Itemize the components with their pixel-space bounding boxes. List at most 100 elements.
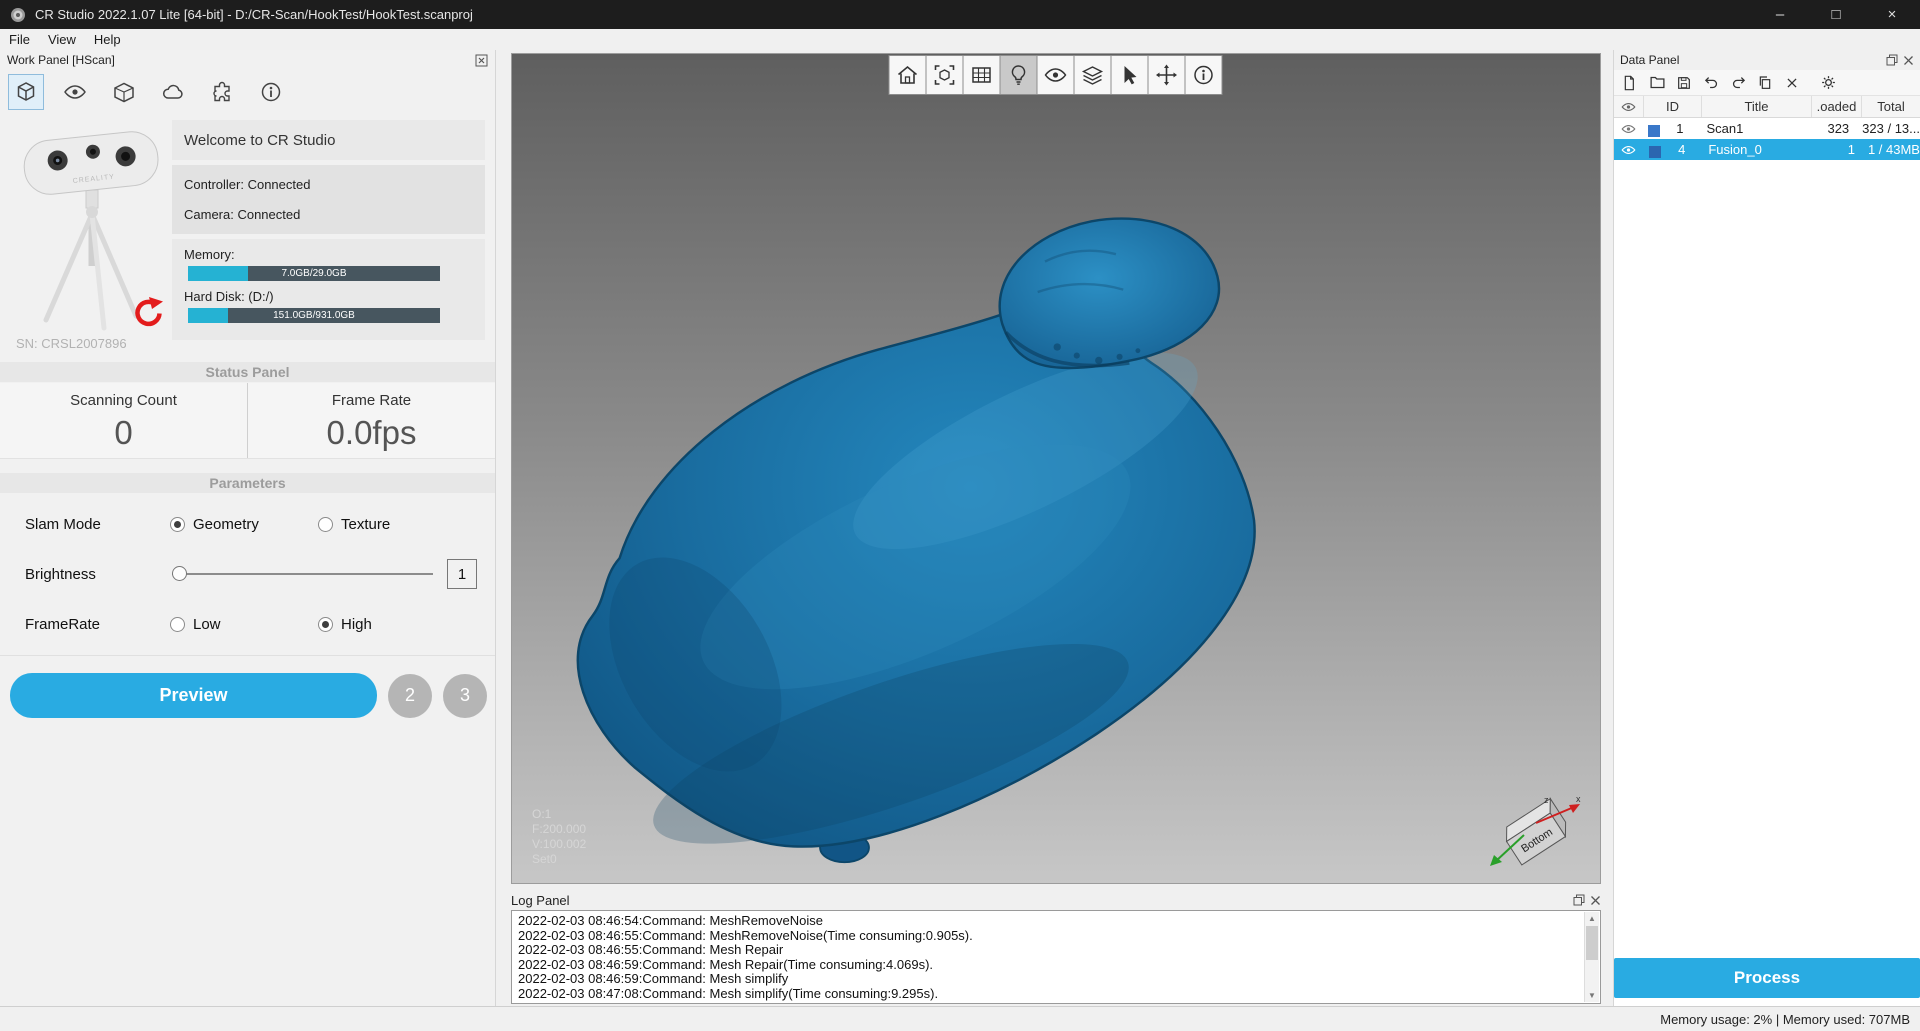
total-column-header[interactable]: Total	[1862, 96, 1920, 117]
row-title-cell: Scan1	[1706, 121, 1744, 136]
gear-icon	[1821, 76, 1835, 89]
row-visibility-toggle[interactable]	[1614, 145, 1644, 155]
log-scrollbar[interactable]: ▲ ▼	[1584, 912, 1599, 1002]
visibility-column-header[interactable]	[1614, 96, 1644, 117]
texture-radio[interactable]	[318, 516, 333, 532]
data-panel-float-icon[interactable]	[1886, 54, 1898, 66]
table-row-scan1[interactable]: 1 Scan1 323 323 / 13...	[1614, 118, 1920, 139]
visibility-button[interactable]	[1036, 55, 1075, 95]
log-output[interactable]: 2022-02-03 08:46:54:Command: MeshRemoveN…	[511, 910, 1601, 1004]
work-panel: Work Panel [HScan] CREALITY SN: CRSL2007…	[0, 50, 496, 1006]
cloud-tool-button[interactable]	[155, 74, 191, 110]
package-icon	[114, 82, 134, 103]
framerate-high-option[interactable]: High	[318, 616, 466, 633]
data-table-header: ID Title .oaded Total	[1614, 96, 1920, 118]
plugin-tool-button[interactable]	[204, 74, 240, 110]
preview-button[interactable]: Preview	[10, 673, 377, 718]
step-2-button[interactable]: 2	[388, 673, 432, 718]
eye-icon	[1044, 68, 1067, 82]
package-tool-button[interactable]	[106, 74, 142, 110]
table-row-fusion0[interactable]: 4 Fusion_0 1 1 / 43MB	[1614, 139, 1920, 160]
menu-view[interactable]: View	[39, 29, 85, 50]
log-scrollbar-thumb[interactable]	[1586, 926, 1598, 960]
slam-mode-row: Slam Mode Geometry Texture	[0, 499, 495, 549]
move-button[interactable]	[1147, 55, 1186, 95]
settings-button[interactable]	[1819, 74, 1837, 92]
overlay-o: O:1	[532, 807, 552, 821]
menu-help[interactable]: Help	[85, 29, 130, 50]
slam-geometry-option[interactable]: Geometry	[170, 516, 318, 533]
refresh-device-icon[interactable]	[130, 296, 164, 330]
high-radio[interactable]	[318, 616, 333, 632]
row-visibility-toggle[interactable]	[1614, 124, 1643, 134]
id-column-header[interactable]: ID	[1644, 96, 1702, 117]
layers-button[interactable]	[1073, 55, 1112, 95]
framerate-low-option[interactable]: Low	[170, 616, 318, 633]
row-total-cell: 323 / 13...	[1862, 121, 1920, 136]
home-view-button[interactable]	[888, 55, 927, 95]
title-column-header[interactable]: Title	[1702, 96, 1812, 117]
viewport-stats-overlay: O:1 F:200.000 V:100.002 Set0	[532, 807, 586, 867]
low-radio[interactable]	[170, 616, 185, 632]
brightness-slider[interactable]	[170, 559, 439, 589]
save-button[interactable]	[1675, 74, 1693, 92]
copy-button[interactable]	[1756, 74, 1774, 92]
step-3-button[interactable]: 3	[443, 673, 487, 718]
work-panel-close-icon[interactable]	[475, 54, 488, 67]
resource-box: Memory: 7.0GB/29.0GB Hard Disk: (D:/) 15…	[172, 239, 485, 340]
eye-icon	[1621, 145, 1636, 154]
log-line: 2022-02-03 08:46:54:Command: MeshRemoveN…	[518, 913, 823, 928]
redo-button[interactable]	[1729, 74, 1747, 92]
delete-button[interactable]	[1783, 74, 1801, 92]
work-panel-toolbar	[0, 70, 495, 114]
visibility-tool-button[interactable]	[57, 74, 93, 110]
close-button[interactable]: ×	[1864, 0, 1920, 29]
geometry-radio[interactable]	[170, 516, 185, 532]
menu-file[interactable]: File	[0, 29, 39, 50]
scanning-count-label: Scanning Count	[70, 392, 177, 409]
status-panel-title: Status Panel	[205, 364, 290, 380]
scanning-count-cell: Scanning Count 0	[0, 383, 247, 458]
info-tool-button[interactable]	[253, 74, 289, 110]
measure-button[interactable]	[962, 55, 1001, 95]
parameters-section: Slam Mode Geometry Texture Brightness 1	[0, 493, 495, 656]
viewport-info-button[interactable]	[1184, 55, 1223, 95]
loaded-column-header[interactable]: .oaded	[1812, 96, 1862, 117]
scanned-mesh[interactable]	[512, 54, 1600, 883]
scan-region-button[interactable]	[925, 55, 964, 95]
parameters-title: Parameters	[209, 475, 286, 491]
slam-texture-option[interactable]: Texture	[318, 516, 466, 533]
open-project-button[interactable]	[1648, 74, 1666, 92]
undo-button[interactable]	[1702, 74, 1720, 92]
maximize-button[interactable]: □	[1808, 0, 1864, 29]
connection-status-box: Controller: Connected Camera: Connected	[172, 165, 485, 234]
log-close-icon[interactable]	[1590, 895, 1601, 906]
menubar: File View Help	[0, 29, 1920, 50]
3d-viewport[interactable]: O:1 F:200.000 V:100.002 Set0 Bottom z x	[511, 53, 1601, 884]
parameters-band: Parameters	[0, 473, 495, 493]
data-panel-close-icon[interactable]	[1903, 55, 1914, 66]
log-float-icon[interactable]	[1573, 894, 1585, 906]
status-panel-counts: Scanning Count 0 Frame Rate 0.0fps	[0, 383, 495, 459]
delete-icon	[1787, 77, 1797, 88]
model-tool-button[interactable]	[8, 74, 44, 110]
light-toggle-button[interactable]	[999, 55, 1038, 95]
brightness-slider-track[interactable]	[172, 573, 433, 575]
welcome-text: Welcome to CR Studio	[184, 131, 336, 149]
window-title: CR Studio 2022.1.07 Lite [64-bit] - D:/C…	[35, 7, 473, 22]
orientation-gizmo[interactable]: Bottom z x	[1484, 793, 1584, 873]
cube-icon	[17, 82, 35, 101]
new-project-button[interactable]	[1621, 74, 1639, 92]
process-button[interactable]: Process	[1614, 958, 1920, 998]
brightness-slider-thumb[interactable]	[172, 566, 187, 581]
geometry-label: Geometry	[193, 515, 259, 533]
scroll-up-icon[interactable]: ▲	[1585, 912, 1599, 925]
memory-progress-value: 7.0GB/29.0GB	[281, 268, 347, 279]
viewport-toolbar	[888, 55, 1223, 95]
log-line: 2022-02-03 08:46:55:Command: MeshRemoveN…	[518, 927, 973, 943]
brightness-row: Brightness 1	[0, 549, 495, 599]
scroll-down-icon[interactable]: ▼	[1585, 989, 1599, 1002]
minimize-button[interactable]: –	[1752, 0, 1808, 29]
select-button[interactable]	[1110, 55, 1149, 95]
new-document-icon	[1624, 75, 1634, 90]
